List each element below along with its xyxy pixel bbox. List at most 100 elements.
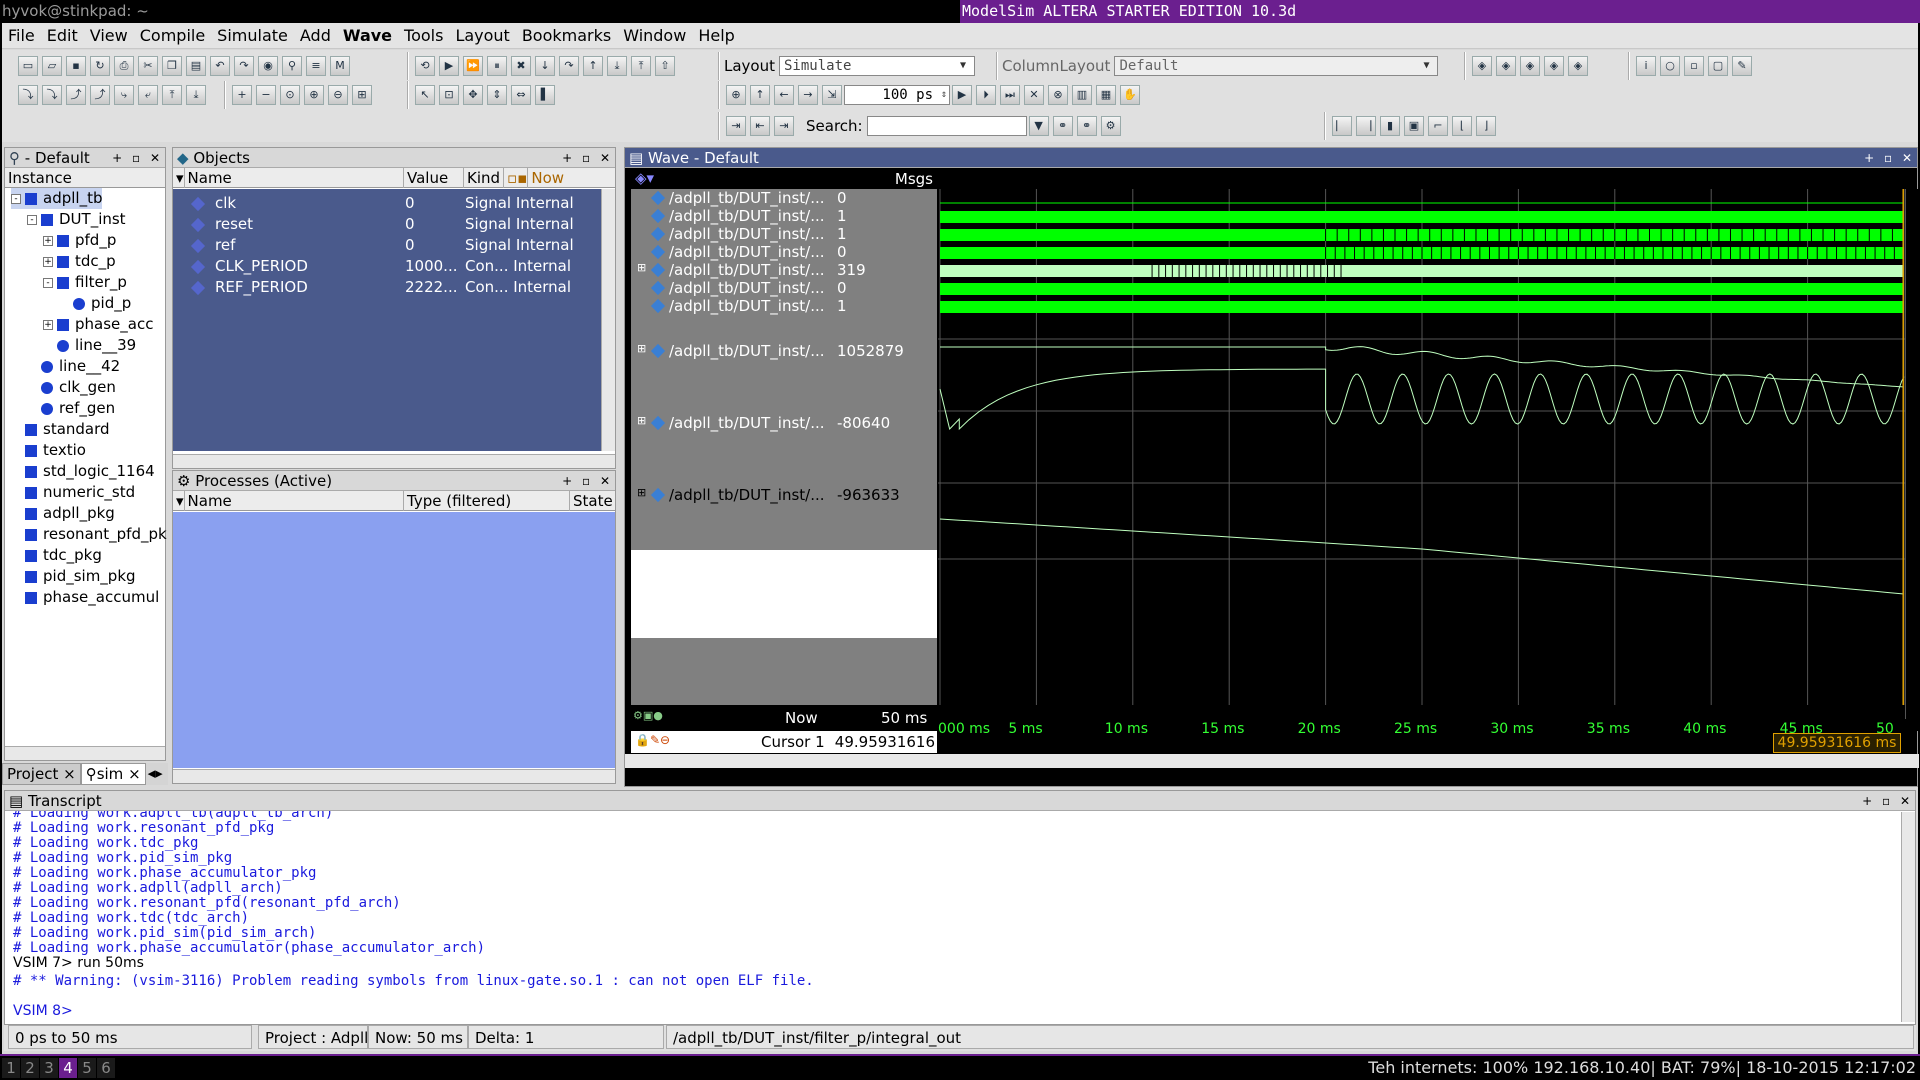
save-icon[interactable]: ▪ <box>66 56 86 76</box>
instance-row[interactable]: standard <box>11 419 110 440</box>
terminal-title[interactable]: hyvok@stinkpad: ~ <box>2 2 149 20</box>
instance-row[interactable]: numeric_std <box>11 482 135 503</box>
wave-signal-row[interactable]: /adpll_tb/DUT_inst/... 1 <box>625 297 937 315</box>
break-icon[interactable]: ⏸ <box>487 56 507 76</box>
step-out2-icon[interactable]: ⤴ <box>66 85 86 105</box>
find-edge-icon[interactable]: ⇥ <box>774 116 794 136</box>
step-back2-icon[interactable]: ⤴ <box>90 85 110 105</box>
redo-icon[interactable]: ↷ <box>234 56 254 76</box>
step-over-icon[interactable]: ↷ <box>559 56 579 76</box>
window-icon[interactable]: ▢ <box>1708 56 1728 76</box>
run-icon[interactable]: ▶ <box>439 56 459 76</box>
objects-vscroll[interactable] <box>601 189 615 451</box>
continue-run-icon[interactable]: ⏵ <box>976 85 996 105</box>
kind-column[interactable]: Kind <box>463 168 500 188</box>
expand-icon[interactable]: + <box>43 319 53 330</box>
search-options-icon[interactable]: ⚙ <box>1100 116 1121 136</box>
workspace-5[interactable]: 5 <box>78 1058 96 1078</box>
pan-mode-icon[interactable]: ✥ <box>463 85 483 105</box>
object-row[interactable]: CLK_PERIOD 1000... Con... Internal <box>173 256 601 277</box>
instance-row[interactable]: ref_gen <box>27 398 115 419</box>
processes-hscroll[interactable] <box>173 769 615 783</box>
step-left-icon[interactable]: ← <box>774 85 794 105</box>
lock-icon[interactable]: 🔒✎⊖ <box>635 733 670 747</box>
run-cont-icon[interactable]: ⊕ <box>726 85 746 105</box>
transcript-body[interactable]: # Loading work.adpll_tb(adpll_tb_arch) # … <box>5 811 1915 1021</box>
collapse-icon[interactable]: ≡ <box>306 56 326 76</box>
menu-simulate[interactable]: Simulate <box>211 26 294 45</box>
add-watch-icon[interactable]: ◈ <box>1568 56 1588 76</box>
menu-bookmarks[interactable]: Bookmarks <box>516 26 617 45</box>
instance-row[interactable]: - DUT_inst <box>27 209 126 230</box>
step-right-icon[interactable]: → <box>798 85 818 105</box>
workspace-1[interactable]: 1 <box>2 1058 20 1078</box>
instance-row[interactable]: pid_sim_pkg <box>11 566 136 587</box>
stop-icon2[interactable]: ⊗ <box>1048 85 1068 105</box>
wave-cursor3-icon[interactable]: ▮ <box>1380 116 1400 136</box>
performance-icon[interactable]: ▥ <box>1072 85 1092 105</box>
layout-select[interactable]: Simulate ▼ <box>779 56 975 76</box>
instance-row[interactable]: + tdc_p <box>43 251 116 272</box>
search-input[interactable] <box>866 116 1027 136</box>
now-icons[interactable]: ⚙▣● <box>633 709 663 722</box>
split-icon[interactable]: ▌ <box>535 85 555 105</box>
wave-rect-icon[interactable]: ▣ <box>1404 116 1424 136</box>
select-mode-icon[interactable]: ↖ <box>415 85 435 105</box>
cursor-time-box[interactable]: 49.95931616 ms <box>1773 733 1901 753</box>
find-prev-icon[interactable]: ⇤ <box>750 116 770 136</box>
close-icon[interactable]: × <box>63 765 76 783</box>
run-icon2[interactable]: ▶ <box>952 85 972 105</box>
step-into-icon[interactable]: ⤵ <box>18 85 38 105</box>
zoom-mode-icon[interactable]: ⊡ <box>439 85 459 105</box>
continue-icon[interactable]: ⇧ <box>655 56 675 76</box>
tab-sim[interactable]: ⚲sim × <box>80 763 146 785</box>
instance-row[interactable]: tdc_pkg <box>11 545 102 566</box>
find-icon[interactable]: ⚲ <box>282 56 302 76</box>
refresh-icon[interactable]: ○ <box>1660 56 1680 76</box>
tab-project[interactable]: Project × <box>2 763 81 785</box>
zoom-range-icon[interactable]: ⊞ <box>352 85 372 105</box>
instance-row[interactable]: clk_gen <box>27 377 116 398</box>
zoom-out-icon[interactable]: − <box>256 85 276 105</box>
collapse-icon[interactable]: - <box>27 214 37 225</box>
instance-row[interactable]: pid_p <box>59 293 131 314</box>
menu-window[interactable]: Window <box>617 26 692 45</box>
pane-controls[interactable]: + ▫ ✕ <box>112 148 163 167</box>
object-row[interactable]: ref 0 Signal Internal <box>173 235 601 256</box>
instance-row[interactable]: phase_accumul <box>11 587 159 608</box>
instance-row[interactable]: line__42 <box>27 356 120 377</box>
edit-mode-icon[interactable]: ⇕ <box>487 85 507 105</box>
wave-edge-icon[interactable]: ⌐ <box>1428 116 1448 136</box>
memory-icon[interactable]: M <box>330 56 350 76</box>
wave-fall-icon[interactable]: ⌋ <box>1476 116 1496 136</box>
find-next-icon[interactable]: ⇥ <box>726 116 746 136</box>
stop-icon[interactable]: ✖ <box>511 56 531 76</box>
wave-signal-row[interactable]: /adpll_tb/DUT_inst/... 1 <box>625 225 937 243</box>
wave-signal-row[interactable]: /adpll_tb/DUT_inst/... 1 <box>625 207 937 225</box>
step-over2-icon[interactable]: ⤵ <box>42 85 62 105</box>
wave-signal-row[interactable]: /adpll_tb/DUT_inst/... 0 <box>625 189 937 207</box>
add-list-icon[interactable]: ◈ <box>1496 56 1516 76</box>
wave-signal-row[interactable]: ⊞ /adpll_tb/DUT_inst/... -963633 <box>625 486 937 504</box>
step-icon[interactable]: ↓ <box>535 56 555 76</box>
workspace-6[interactable]: 6 <box>97 1058 115 1078</box>
menu-help[interactable]: Help <box>692 26 740 45</box>
instance-row[interactable]: - adpll_tb <box>11 188 103 209</box>
info-icon[interactable]: i <box>1636 56 1656 76</box>
wrench-icon[interactable]: ✎ <box>1732 56 1752 76</box>
expand-icon[interactable]: + <box>43 235 53 246</box>
zoom-last-icon[interactable]: ⊖ <box>328 85 348 105</box>
add-wave-icon[interactable]: ◈ <box>1472 56 1492 76</box>
menu-file[interactable]: File <box>2 26 41 45</box>
workspace-2[interactable]: 2 <box>21 1058 39 1078</box>
cut-icon[interactable]: ✂ <box>138 56 158 76</box>
zoom-cursor-icon[interactable]: ⊕ <box>304 85 324 105</box>
paste-icon[interactable]: ▤ <box>186 56 206 76</box>
zoom-in-icon[interactable]: + <box>232 85 252 105</box>
pane-controls[interactable]: + ▫ ✕ <box>562 148 613 167</box>
instance-hscroll[interactable] <box>5 746 165 760</box>
object-row[interactable]: reset 0 Signal Internal <box>173 214 601 235</box>
now-column[interactable]: ▫▪ Now <box>503 168 564 188</box>
columnlayout-select[interactable]: Default ▼ <box>1114 56 1439 76</box>
menu-wave[interactable]: Wave <box>337 26 398 45</box>
